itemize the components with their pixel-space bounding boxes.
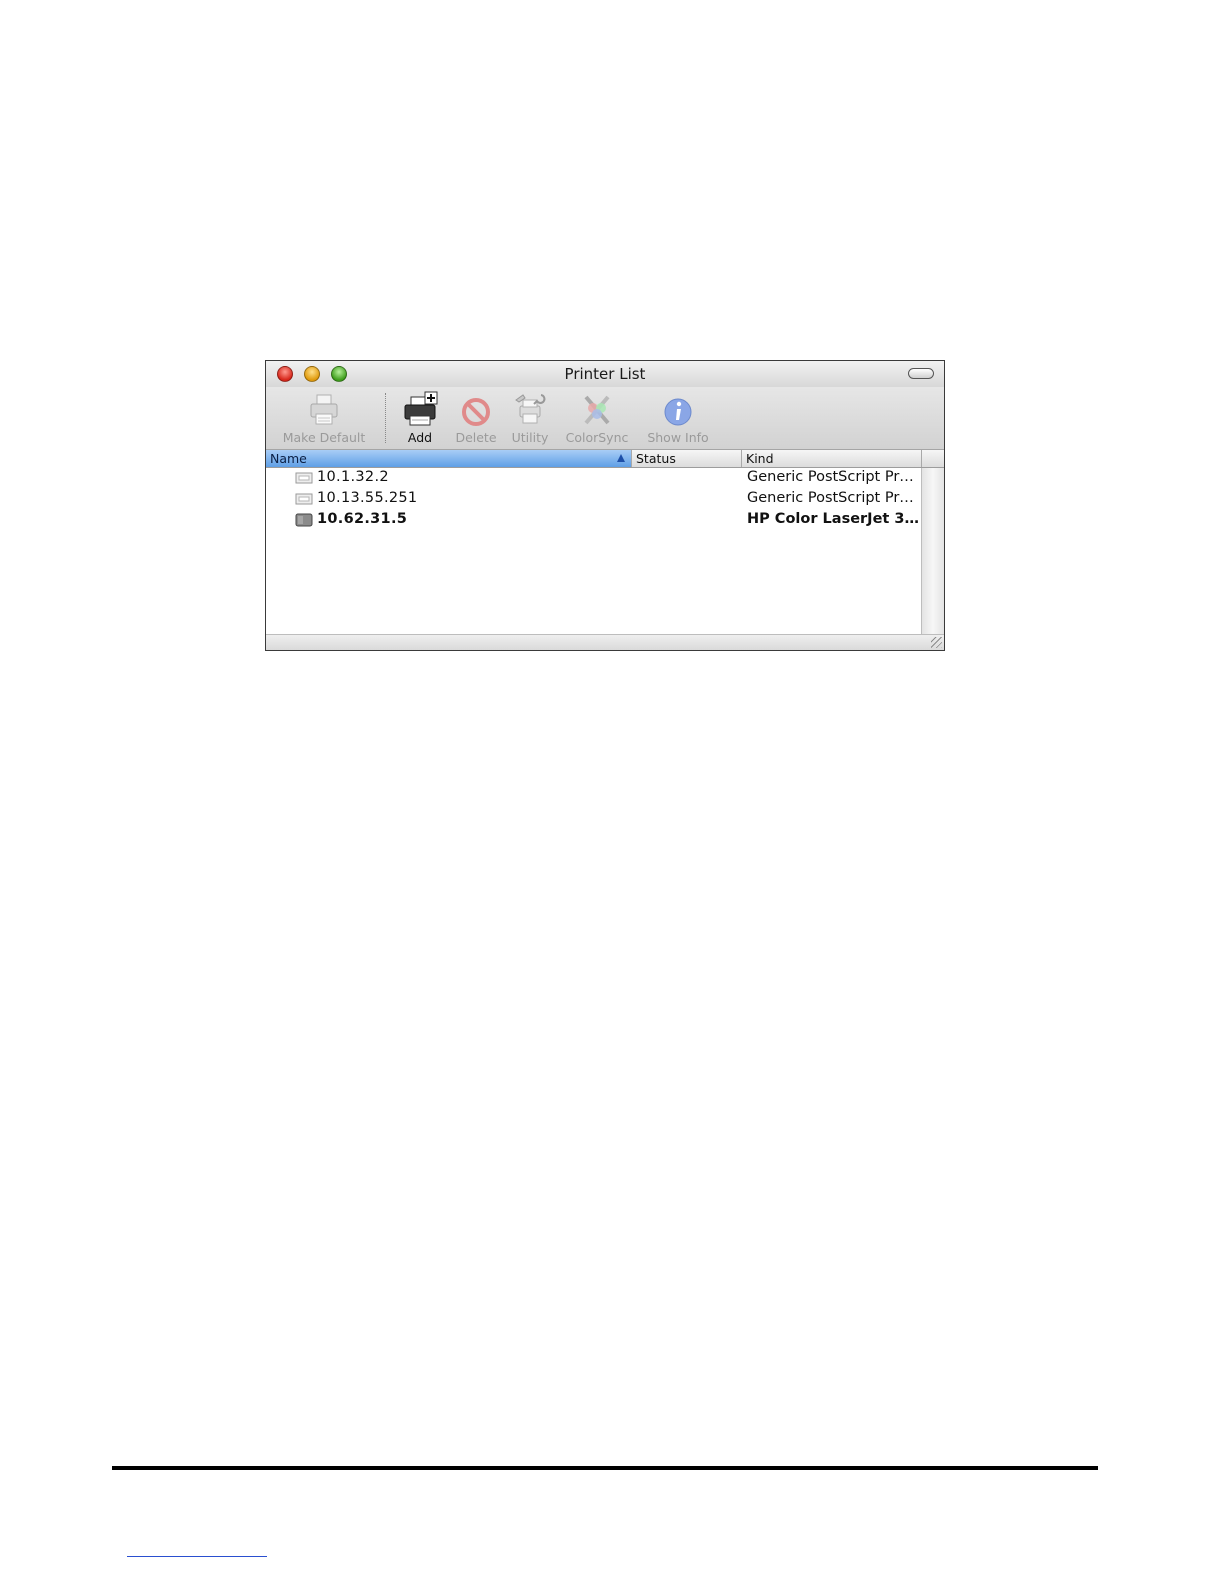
utility-label: Utility	[511, 430, 549, 445]
laserjet-printer-icon	[295, 513, 313, 527]
printer-name: 10.1.32.2	[317, 469, 389, 485]
utility-icon	[515, 394, 546, 424]
printer-name: 10.62.31.5	[317, 511, 408, 527]
printer-name: 10.13.55.251	[317, 490, 418, 506]
column-header-name[interactable]: Name	[266, 450, 632, 467]
make-default-label: Make Default	[282, 430, 366, 445]
sort-ascending-icon	[617, 454, 625, 462]
column-header-name-label: Name	[270, 451, 307, 466]
window-title: Printer List	[564, 365, 646, 383]
table-body: 10.1.32.2 Generic PostScript Pr… 10.13.5…	[266, 468, 922, 531]
printer-add-icon	[404, 391, 438, 426]
delete-label: Delete	[455, 430, 497, 445]
printer-kind: Generic PostScript Pr…	[747, 469, 914, 485]
printer-list-window: Printer List Make Default Add Delete Uti…	[265, 360, 945, 651]
show-info-label: Show Info	[647, 430, 709, 445]
toolbar-toggle-button[interactable]	[908, 368, 934, 379]
column-header-status-label: Status	[636, 451, 676, 466]
table-row[interactable]: 10.1.32.2 Generic PostScript Pr…	[266, 468, 922, 489]
footer-rule	[112, 1466, 1098, 1470]
window-bottom-bar	[266, 634, 944, 650]
table-header: Name Status Kind	[266, 450, 944, 468]
title-bar[interactable]: Printer List	[266, 361, 944, 387]
column-header-kind[interactable]: Kind	[742, 450, 922, 467]
add-printer-button[interactable]: Add	[396, 387, 444, 449]
table-row[interactable]: 10.13.55.251 Generic PostScript Pr…	[266, 489, 922, 510]
delete-button[interactable]: Delete	[450, 387, 502, 449]
toolbar: Make Default Add Delete Utility ColorSyn…	[266, 387, 944, 449]
printer-kind: HP Color LaserJet 3…	[747, 511, 919, 527]
vertical-scrollbar[interactable]	[921, 468, 944, 635]
footer-link-underline[interactable]	[127, 1556, 267, 1558]
column-header-kind-label: Kind	[746, 451, 774, 466]
toolbar-separator	[385, 393, 386, 443]
printer-kind: Generic PostScript Pr…	[747, 490, 914, 506]
colorsync-icon	[584, 395, 610, 425]
printer-default-icon	[310, 394, 338, 425]
colorsync-button[interactable]: ColorSync	[562, 387, 632, 449]
make-default-button[interactable]: Make Default	[274, 387, 374, 449]
column-header-status[interactable]: Status	[632, 450, 742, 467]
delete-icon	[462, 398, 490, 426]
colorsync-label: ColorSync	[565, 430, 629, 445]
show-info-button[interactable]: Show Info	[642, 387, 714, 449]
generic-printer-icon	[295, 493, 313, 505]
info-icon	[664, 398, 692, 426]
column-picker-corner[interactable]	[922, 450, 944, 467]
add-label: Add	[407, 430, 433, 445]
resize-grip-icon[interactable]	[931, 637, 942, 648]
printer-table: Name Status Kind 10.1.32.2 Generic PostS…	[266, 449, 944, 650]
table-row-default[interactable]: 10.62.31.5 HP Color LaserJet 3…	[266, 510, 922, 531]
utility-button[interactable]: Utility	[506, 387, 554, 449]
generic-printer-icon	[295, 472, 313, 484]
